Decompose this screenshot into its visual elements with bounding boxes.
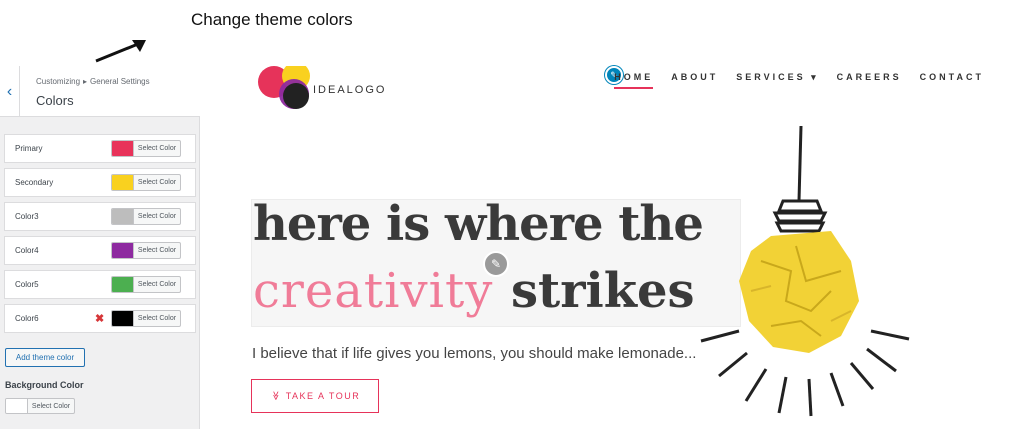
color-name: Color5	[15, 280, 39, 289]
breadcrumb: Customizing ▸ General Settings	[36, 77, 150, 86]
color-row-color3: Color3 Select Color	[4, 202, 196, 231]
select-color-label: Select Color	[137, 145, 177, 152]
color-name: Primary	[15, 144, 43, 153]
color-picker-color5[interactable]: Select Color	[111, 276, 181, 293]
color-swatch	[112, 311, 134, 326]
tagline: I believe that if life gives you lemons,…	[252, 345, 697, 362]
lightbulb-illustration-icon	[700, 125, 910, 417]
color-row-secondary: Secondary Select Color	[4, 168, 196, 197]
color-picker-color3[interactable]: Select Color	[111, 208, 181, 225]
headline-bold-word: strikes	[511, 263, 695, 319]
color-swatch	[112, 175, 134, 190]
color-picker-primary[interactable]: Select Color	[111, 140, 181, 157]
color-swatch	[112, 277, 134, 292]
take-a-tour-button[interactable]: ≫ TAKE A TOUR	[251, 379, 379, 413]
color-name: Color6	[15, 314, 39, 323]
background-color-label: Background Color	[5, 380, 84, 390]
pencil-icon[interactable]: ✎	[483, 251, 509, 277]
panel-header: ‹ Customizing ▸ General Settings Colors	[0, 66, 200, 117]
section-title: Colors	[36, 93, 74, 108]
color-row-color6: Color6 ✖ Select Color	[4, 304, 196, 333]
select-color-label: Select Color	[137, 281, 177, 288]
color-row-color5: Color5 Select Color	[4, 270, 196, 299]
color-swatch	[112, 141, 134, 156]
annotation-label: Change theme colors	[191, 10, 353, 29]
logo-text: IDEALOGO	[313, 84, 387, 96]
breadcrumb-root: Customizing	[36, 77, 81, 86]
annotation-arrow-icon	[95, 40, 146, 63]
color-swatch	[112, 209, 134, 224]
breadcrumb-separator: ▸	[83, 77, 88, 86]
select-color-label: Select Color	[137, 179, 177, 186]
close-icon[interactable]: ✖	[95, 312, 104, 325]
color-picker-color6[interactable]: Select Color	[111, 310, 181, 327]
customizer-panel: ‹ Customizing ▸ General Settings Colors Pr…	[0, 66, 200, 429]
color-row-color4: Color4 Select Color	[4, 236, 196, 265]
site-preview: IDEALOGO ✎ HOME ABOUT SERVICES ▾ CAREERS…	[201, 66, 1024, 429]
color-name: Color3	[15, 212, 39, 221]
color-swatch	[6, 399, 28, 413]
main-nav: HOME ABOUT SERVICES ▾ CAREERS CONTACT	[614, 72, 984, 89]
add-theme-color-button[interactable]: Add theme color	[5, 348, 85, 367]
nav-item-services[interactable]: SERVICES ▾	[736, 72, 818, 89]
color-name: Color4	[15, 246, 39, 255]
cta-label: TAKE A TOUR	[285, 391, 361, 401]
headline-script-word: creativity	[253, 263, 494, 319]
double-chevron-down-icon: ≫	[270, 390, 281, 402]
color-picker-secondary[interactable]: Select Color	[111, 174, 181, 191]
nav-item-careers[interactable]: CAREERS	[837, 72, 902, 89]
select-color-label: Select Color	[31, 402, 71, 410]
select-color-label: Select Color	[137, 315, 177, 322]
select-color-label: Select Color	[137, 247, 177, 254]
select-color-label: Select Color	[137, 213, 177, 220]
breadcrumb-section: General Settings	[90, 77, 150, 86]
nav-item-contact[interactable]: CONTACT	[920, 72, 984, 89]
nav-item-about[interactable]: ABOUT	[671, 72, 718, 89]
nav-item-home[interactable]: HOME	[614, 72, 654, 89]
background-color-picker[interactable]: Select Color	[5, 398, 75, 414]
color-swatch	[112, 243, 134, 258]
color-name: Secondary	[15, 178, 54, 187]
color-row-primary: Primary Select Color	[4, 134, 196, 163]
chevron-left-icon: ‹	[6, 82, 13, 100]
back-button[interactable]: ‹	[0, 66, 20, 117]
color-picker-color4[interactable]: Select Color	[111, 242, 181, 259]
headline-line-1: here is where the	[253, 196, 704, 252]
